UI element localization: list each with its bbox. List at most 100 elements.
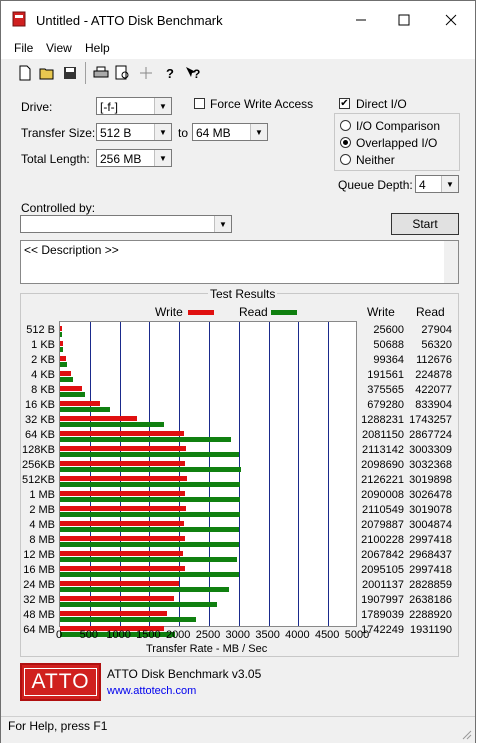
- read-bar: [60, 332, 62, 337]
- category-label: 32 MB: [23, 594, 55, 606]
- io-comparison-label: I/O Comparison: [356, 119, 441, 133]
- category-label: 16 MB: [23, 564, 55, 576]
- chevron-down-icon: ▼: [250, 124, 267, 140]
- direct-io-checkbox[interactable]: ✔: [339, 98, 350, 109]
- overlapped-io-radio[interactable]: [340, 137, 351, 148]
- start-button-label: Start: [412, 217, 438, 231]
- write-bar: [60, 596, 174, 601]
- read-value: 3019078: [409, 504, 452, 516]
- drive-select[interactable]: [-f-] ▼: [96, 97, 172, 115]
- context-help-icon[interactable]: ?: [183, 63, 203, 83]
- read-value: 2997418: [409, 564, 452, 576]
- chevron-down-icon: ▼: [214, 216, 231, 232]
- x-tick-label: 3000: [225, 629, 251, 641]
- chevron-down-icon: ▼: [154, 124, 171, 140]
- read-column-header: Read: [416, 305, 445, 319]
- write-bar: [60, 326, 62, 331]
- category-label: 256KB: [21, 459, 55, 471]
- description-scrollbar[interactable]: [444, 241, 458, 283]
- transfer-to-select[interactable]: 64 MB ▼: [192, 123, 268, 141]
- write-value: 2113142: [361, 444, 404, 456]
- toolbar-separator: [85, 62, 86, 84]
- overlapped-io-label: Overlapped I/O: [356, 136, 438, 150]
- print-icon[interactable]: [91, 63, 111, 83]
- write-bar: [60, 446, 186, 451]
- transfer-from-select[interactable]: 512 B ▼: [96, 123, 172, 141]
- write-bar: [60, 386, 83, 391]
- menu-help[interactable]: Help: [85, 41, 110, 55]
- menu-file[interactable]: File: [14, 41, 33, 55]
- write-bar: [60, 416, 137, 421]
- save-icon[interactable]: [60, 63, 80, 83]
- io-comparison-radio[interactable]: [340, 120, 351, 131]
- read-value: 3004874: [409, 519, 452, 531]
- read-bar: [60, 437, 231, 442]
- read-value: 2638186: [409, 594, 452, 606]
- category-label: 2 MB: [29, 504, 55, 516]
- write-bar: [60, 551, 184, 556]
- move-icon[interactable]: [136, 63, 156, 83]
- read-value: 112676: [416, 354, 452, 366]
- write-legend-swatch: [188, 310, 214, 315]
- maximize-icon[interactable]: [381, 1, 427, 39]
- close-icon[interactable]: [428, 1, 474, 39]
- read-bar: [60, 407, 110, 412]
- write-value: 2126221: [361, 474, 404, 486]
- description-field[interactable]: << Description >>: [20, 240, 459, 284]
- category-label: 32 KB: [25, 414, 55, 426]
- queue-depth-value: 4: [419, 178, 426, 192]
- read-value: 3019898: [409, 474, 452, 486]
- controlled-by-select[interactable]: ▼: [20, 215, 232, 233]
- x-tick-label: 1500: [136, 629, 161, 641]
- website-link[interactable]: www.attotech.com: [107, 685, 196, 697]
- write-bar: [60, 506, 186, 511]
- gridline: [298, 322, 300, 626]
- category-label: 128KB: [21, 444, 55, 456]
- total-length-select[interactable]: 256 MB ▼: [96, 149, 172, 167]
- write-bar: [60, 401, 101, 406]
- chevron-down-icon: ▼: [154, 150, 171, 166]
- queue-depth-select[interactable]: 4 ▼: [415, 175, 459, 193]
- read-value: 3026478: [409, 489, 452, 501]
- x-axis-label: Transfer Rate - MB / Sec: [146, 643, 268, 655]
- atto-logo-text: ATTO: [24, 668, 97, 696]
- drive-label: Drive:: [21, 100, 53, 114]
- write-value: 375565: [367, 384, 404, 396]
- write-value: 2095105: [361, 564, 404, 576]
- read-bar: [60, 467, 241, 472]
- menu-bar: [1, 39, 475, 59]
- force-write-checkbox[interactable]: [194, 98, 205, 109]
- help-icon[interactable]: ?: [160, 63, 180, 83]
- category-label: 48 MB: [23, 609, 55, 621]
- category-label: 16 KB: [25, 399, 55, 411]
- chevron-down-icon: ▼: [441, 176, 458, 192]
- read-bar: [60, 602, 218, 607]
- force-write-label: Force Write Access: [210, 97, 314, 111]
- read-bar: [60, 497, 241, 502]
- neither-radio[interactable]: [340, 154, 351, 165]
- read-value: 1931190: [409, 624, 452, 636]
- write-value: 1288231: [361, 414, 404, 426]
- category-label: 4 MB: [29, 519, 55, 531]
- x-tick-label: 2500: [195, 629, 221, 641]
- print-preview-icon[interactable]: [113, 63, 133, 83]
- category-label: 64 MB: [23, 624, 55, 636]
- menu-view[interactable]: View: [46, 41, 72, 55]
- write-value: 2081150: [361, 429, 404, 441]
- resize-grip-icon[interactable]: [460, 728, 472, 740]
- write-bar: [60, 461, 186, 466]
- read-value: 2867724: [409, 429, 452, 441]
- read-bar: [60, 452, 239, 457]
- x-tick-label: 500: [79, 629, 98, 641]
- write-bar: [60, 341, 64, 346]
- write-legend-label: Write: [155, 305, 183, 319]
- start-button[interactable]: Start: [391, 213, 459, 235]
- open-icon[interactable]: [37, 63, 57, 83]
- read-bar: [60, 572, 239, 577]
- minimize-icon[interactable]: [338, 1, 384, 39]
- read-value: 1743257: [409, 414, 452, 426]
- transfer-rate-chart: [59, 321, 357, 637]
- read-bar: [60, 362, 67, 367]
- new-icon[interactable]: [15, 63, 35, 83]
- read-value: 422077: [415, 384, 452, 396]
